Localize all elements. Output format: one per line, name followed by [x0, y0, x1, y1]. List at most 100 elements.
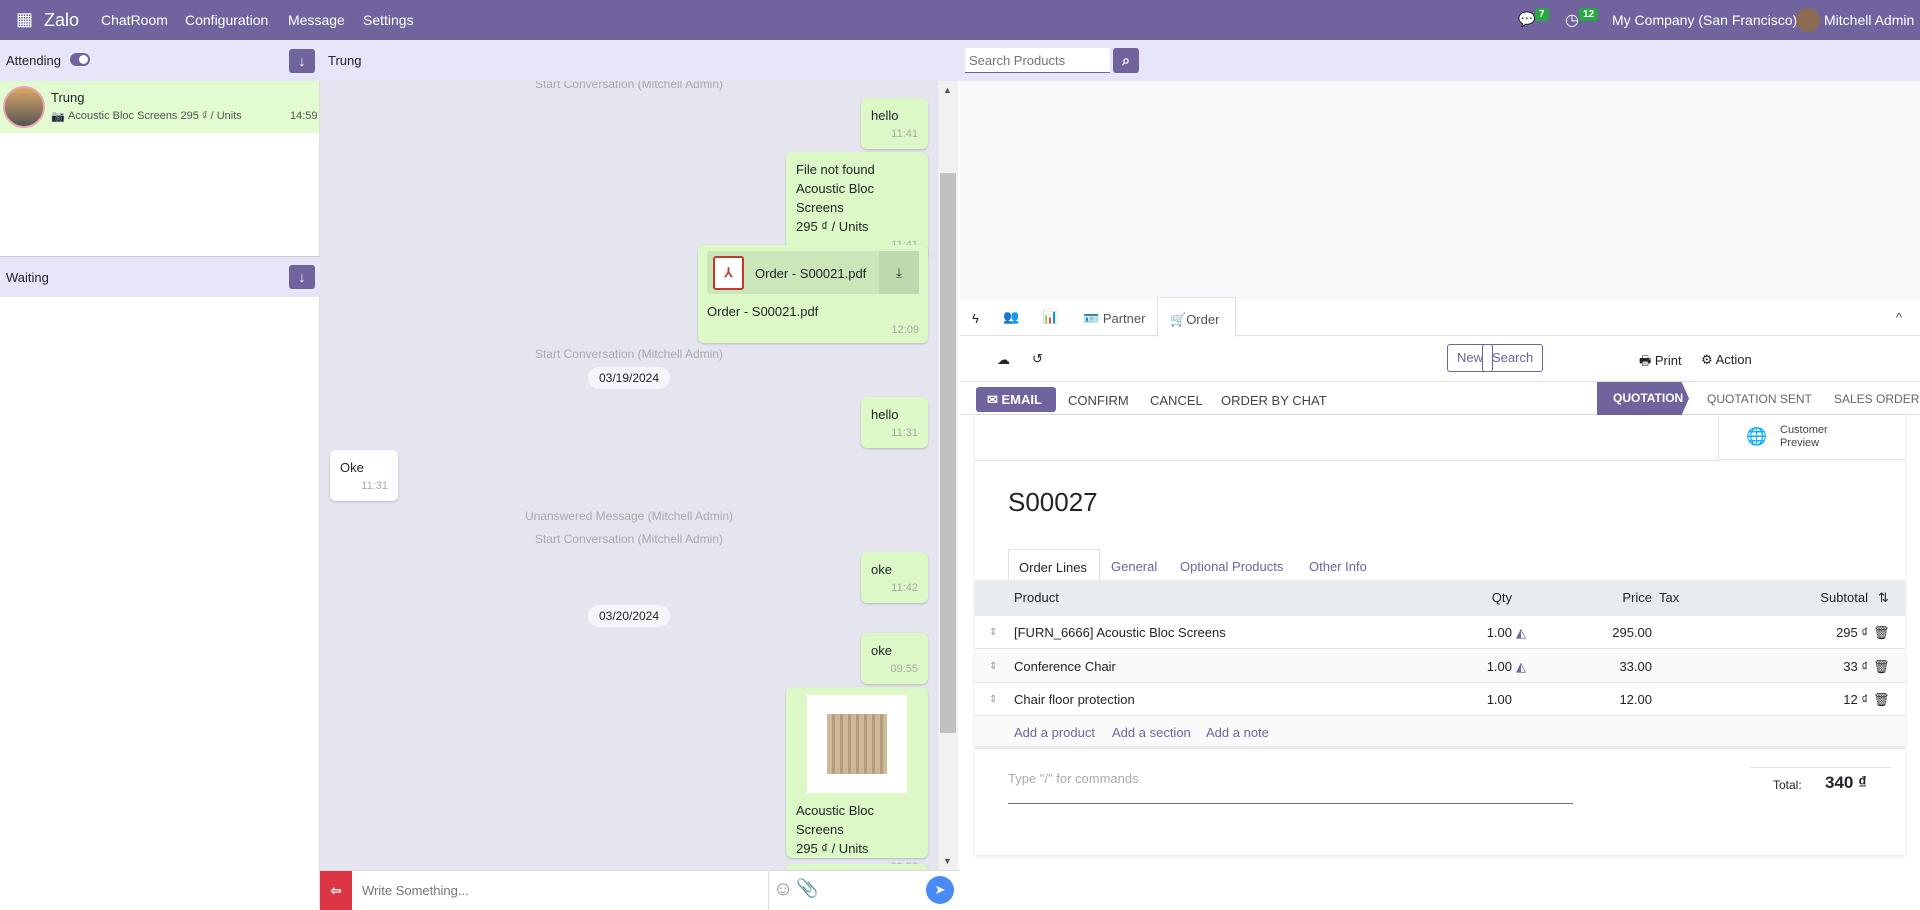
- note-input[interactable]: Type "/" for commands: [1008, 768, 1573, 804]
- col-qty[interactable]: Qty: [1455, 580, 1512, 616]
- bar-chart-icon[interactable]: 📊: [1042, 309, 1058, 325]
- chat-scrollbar[interactable]: ▲ ▼: [938, 81, 958, 870]
- line-price[interactable]: 295.00: [1575, 616, 1652, 649]
- add-product-link[interactable]: Add a product: [1014, 716, 1095, 749]
- table-row[interactable]: ⇕ [FURN_6666] Acoustic Bloc Screens 1.00…: [975, 616, 1905, 649]
- download-icon[interactable]: ⤓: [879, 251, 919, 294]
- menu-message[interactable]: Message: [288, 12, 345, 28]
- discard-icon[interactable]: ↺: [1032, 351, 1043, 367]
- drag-handle-icon[interactable]: ⇕: [989, 650, 997, 683]
- table-row[interactable]: ⇕ Conference Chair 1.00 ◭ 33.00 33 ₫ 🗑: [975, 649, 1905, 683]
- apps-menu-icon[interactable]: ▦: [16, 9, 33, 30]
- lightning-icon[interactable]: ϟ: [972, 311, 979, 326]
- company-switcher[interactable]: My Company (San Francisco): [1612, 12, 1797, 28]
- pdf-icon: ⅄: [713, 256, 744, 290]
- forecast-chart-icon[interactable]: ◭: [1516, 616, 1526, 649]
- system-message: Start Conversation (Mitchell Admin): [534, 532, 724, 546]
- message-outgoing: oke 09:55: [861, 633, 928, 684]
- line-product[interactable]: [FURN_6666] Acoustic Bloc Screens: [1014, 616, 1226, 649]
- file-name: Order - S00021.pdf: [755, 266, 867, 281]
- tab-partner[interactable]: 🪪 Partner: [1083, 311, 1145, 327]
- app-name[interactable]: Zalo: [44, 10, 79, 31]
- collapse-chevron-icon[interactable]: ^: [1896, 310, 1902, 325]
- line-price[interactable]: 12.00: [1575, 683, 1652, 716]
- col-subtotal[interactable]: Subtotal: [1755, 580, 1868, 616]
- product-search-bar: ⌕: [960, 40, 1920, 81]
- table-row[interactable]: ⇕ Chair floor protection 1.00 12.00 12 ₫…: [975, 683, 1905, 716]
- stage-sales-order[interactable]: SALES ORDER: [1834, 392, 1919, 406]
- trash-icon[interactable]: 🗑: [1873, 683, 1890, 716]
- user-menu[interactable]: Mitchell Admin: [1824, 12, 1914, 28]
- col-price[interactable]: Price: [1595, 580, 1652, 616]
- emoji-icon[interactable]: ☺: [773, 878, 793, 901]
- product-image[interactable]: [807, 695, 907, 793]
- conversation-item[interactable]: Trung 📷 Acoustic Bloc Screens 295 ₫ / Un…: [0, 81, 319, 133]
- email-button[interactable]: ✉ EMAIL: [976, 387, 1056, 412]
- total-label: Total:: [1773, 778, 1802, 792]
- line-price[interactable]: 33.00: [1575, 650, 1652, 683]
- search-button[interactable]: Search: [1482, 344, 1544, 372]
- message-input[interactable]: [352, 871, 769, 910]
- col-tax[interactable]: Tax: [1659, 580, 1679, 616]
- messages-icon[interactable]: 💬: [1518, 11, 1535, 28]
- drag-handle-icon[interactable]: ⇕: [989, 683, 997, 716]
- attachment-icon[interactable]: 📎: [796, 878, 818, 899]
- print-button[interactable]: 🖶 Print: [1639, 352, 1682, 374]
- order-by-chat-button[interactable]: ORDER BY CHAT: [1221, 393, 1327, 408]
- add-note-link[interactable]: Add a note: [1206, 716, 1269, 749]
- line-qty[interactable]: 1.00: [1455, 650, 1512, 683]
- last-message-time: 14:59: [290, 110, 318, 122]
- menu-settings[interactable]: Settings: [363, 12, 414, 28]
- add-section-link[interactable]: Add a section: [1112, 716, 1191, 749]
- drag-handle-icon[interactable]: ⇕: [989, 616, 997, 649]
- activity-clock-icon[interactable]: ◷: [1565, 10, 1579, 30]
- menu-configuration[interactable]: Configuration: [185, 12, 268, 28]
- chat-input-bar: ⇦ ☺ 📎 ➤: [320, 870, 960, 910]
- col-product[interactable]: Product: [1014, 580, 1059, 616]
- sheet-tab-other-info[interactable]: Other Info: [1309, 559, 1367, 574]
- stage-quotation-sent[interactable]: QUOTATION SENT: [1707, 392, 1812, 406]
- line-product[interactable]: Chair floor protection: [1014, 683, 1135, 716]
- trash-icon[interactable]: 🗑: [1873, 616, 1890, 649]
- system-message: Start Conversation (Mitchell Admin): [534, 81, 724, 91]
- customer-preview-button[interactable]: 🌐 Customer Preview: [1718, 415, 1905, 460]
- cancel-button[interactable]: CANCEL: [1150, 393, 1203, 408]
- chat-header: Trung: [320, 40, 960, 81]
- file-caption: Order - S00021.pdf: [707, 304, 819, 319]
- stage-quotation[interactable]: QUOTATION: [1597, 382, 1689, 415]
- camera-icon: 📷: [51, 111, 65, 123]
- leave-conversation-icon[interactable]: ⇦: [320, 871, 352, 910]
- tab-order[interactable]: 🛒Order: [1157, 297, 1236, 337]
- column-settings-icon[interactable]: ⇅: [1878, 580, 1889, 616]
- scrollbar-thumb[interactable]: [940, 173, 956, 733]
- file-attachment[interactable]: ⅄ Order - S00021.pdf ⤓: [707, 251, 919, 294]
- line-subtotal: 295 ₫: [1836, 625, 1868, 640]
- forecast-chart-icon[interactable]: ◭: [1516, 650, 1526, 683]
- waiting-collapse-button[interactable]: ↓: [289, 265, 315, 289]
- total-amount: 340 ₫: [1825, 773, 1867, 792]
- send-icon[interactable]: ➤: [926, 876, 954, 904]
- message-product: Acoustic Bloc Screens295 ₫ / Units09:56: [786, 687, 928, 870]
- confirm-button[interactable]: CONFIRM: [1068, 393, 1129, 408]
- chat-messages: Start Conversation (Mitchell Admin) hell…: [320, 81, 938, 870]
- action-button[interactable]: ⚙ Action: [1701, 352, 1752, 368]
- search-icon[interactable]: ⌕: [1113, 48, 1139, 73]
- line-qty[interactable]: 1.00: [1455, 616, 1512, 649]
- message-outgoing: hello 11:31: [861, 397, 928, 448]
- message-outgoing: oke 11:42: [861, 552, 928, 603]
- attending-toggle[interactable]: [70, 53, 90, 66]
- users-icon[interactable]: 👥: [1003, 309, 1019, 325]
- menu-chatroom[interactable]: ChatRoom: [101, 12, 168, 28]
- save-cloud-icon[interactable]: ☁: [997, 352, 1010, 368]
- sheet-tab-optional-products[interactable]: Optional Products: [1180, 559, 1283, 574]
- attending-collapse-button[interactable]: ↓: [289, 49, 315, 73]
- line-product[interactable]: Conference Chair: [1014, 650, 1116, 683]
- messages-badge: 7: [1535, 8, 1549, 21]
- attending-label: Attending: [6, 53, 61, 68]
- product-search-input[interactable]: [965, 48, 1110, 73]
- sheet-tab-order-lines[interactable]: Order Lines: [1008, 549, 1100, 581]
- user-avatar[interactable]: [1796, 8, 1820, 32]
- line-qty[interactable]: 1.00: [1455, 683, 1512, 716]
- trash-icon[interactable]: 🗑: [1873, 650, 1890, 683]
- sheet-tab-general[interactable]: General: [1111, 559, 1157, 574]
